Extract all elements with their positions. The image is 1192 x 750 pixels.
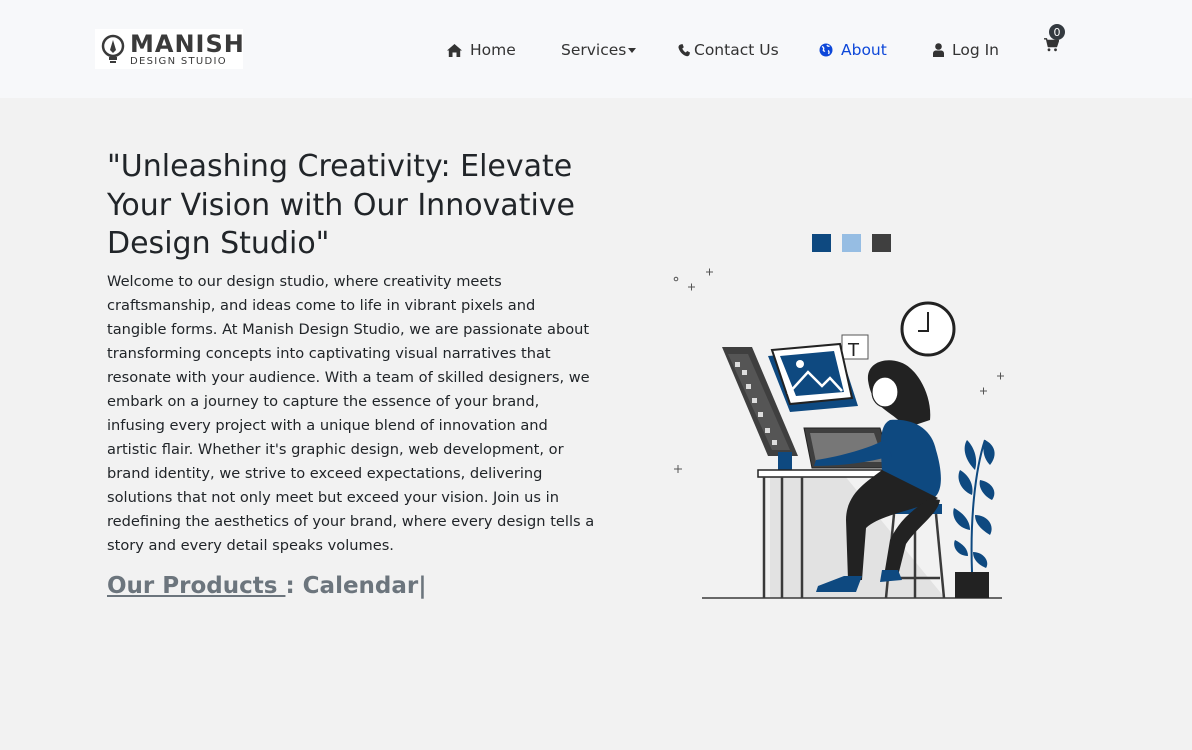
designer-at-desk-illustration: T [673,234,1004,599]
navbar: MANISH DESIGN STUDIO Home Services Conta… [0,0,1192,98]
user-icon [933,43,944,57]
nav-login[interactable]: Log In [933,38,999,62]
products-line: Our Products : Calendar| [107,573,427,599]
text-tool-icon: T [841,334,869,361]
phone-icon [678,43,690,57]
brand-name: MANISH [130,29,245,58]
nav-services-label: Services [561,41,627,59]
nav-about[interactable]: About [819,38,887,62]
cart-button[interactable]: 0 [1043,22,1069,56]
nav-home[interactable]: Home [447,38,516,62]
nav-login-label: Log In [952,41,1000,59]
light-blue-square [842,234,861,252]
cart-icon [1044,38,1059,52]
cup [778,452,792,470]
our-products-link[interactable]: Our Products [107,573,285,599]
dark-gray-square [872,234,891,252]
brand-subtitle: DESIGN STUDIO [130,55,227,67]
hero-title: "Unleashing Creativity: Elevate Your Vis… [107,149,576,261]
nav-home-label: Home [470,41,516,59]
nav-about-label: About [841,41,887,59]
nav-contact-label: Contact Us [694,41,779,59]
hero-paragraph: Welcome to our design studio, where crea… [107,273,595,554]
svg-text:T: T [847,340,860,361]
brand-logo[interactable]: MANISH DESIGN STUDIO [95,29,245,69]
home-icon [447,43,462,57]
globe-icon [819,43,833,57]
clock-icon [900,301,956,357]
typed-product-text: Calendar| [302,573,427,599]
potted-plant [953,439,995,598]
dark-blue-square [812,234,831,252]
caret-down-icon [628,47,637,53]
nav-contact[interactable]: Contact Us [678,38,779,62]
lightbulb-pen-icon [101,34,125,63]
nav-services-dropdown[interactable]: Services [561,38,637,62]
products-separator: : [285,573,303,599]
